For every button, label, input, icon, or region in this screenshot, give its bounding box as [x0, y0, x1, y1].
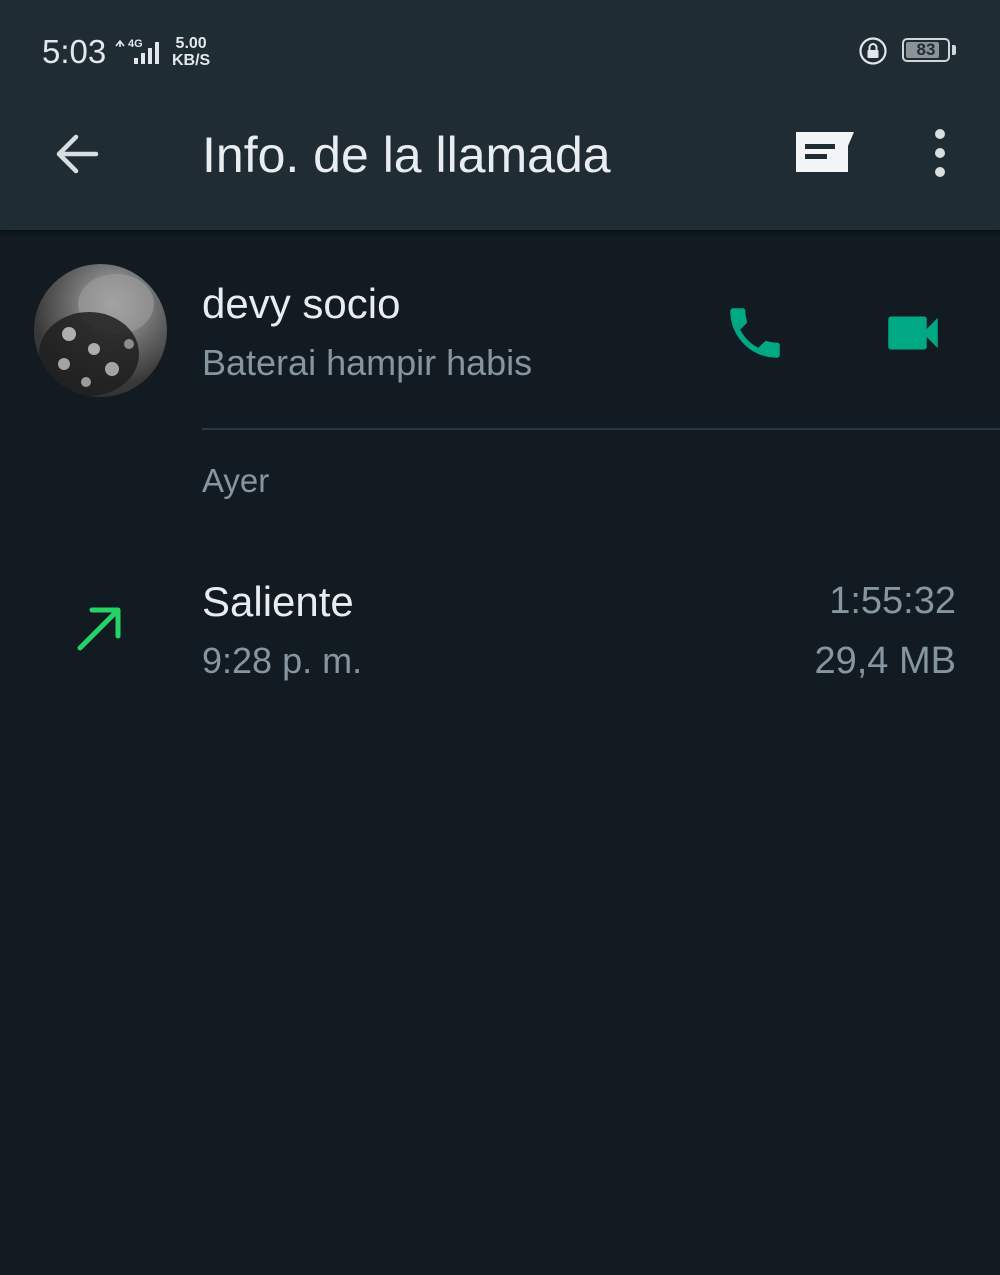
outgoing-arrow-icon [70, 600, 130, 660]
divider [202, 428, 1000, 430]
speed-unit: KB/S [172, 52, 211, 69]
call-date-header: Ayer [202, 462, 270, 499]
rotation-lock-icon [858, 36, 888, 66]
call-info-screen: 5:03 4G 5.00 KB/S 83 Info. de la llamada… [0, 0, 1000, 1275]
call-direction: Saliente [202, 578, 354, 625]
more-vert-icon [935, 129, 945, 177]
status-time: 5:03 [42, 33, 107, 70]
page-title: Info. de la llamada [202, 127, 611, 183]
video-camera-icon [888, 316, 938, 350]
voice-call-button[interactable] [722, 300, 788, 366]
contact-status: Baterai hampir habis [202, 342, 533, 383]
speed-value: 5.00 [175, 35, 207, 52]
network-type: 4G [128, 38, 143, 50]
message-icon [796, 132, 854, 172]
avatar[interactable] [34, 264, 167, 397]
battery-percent: 83 [916, 40, 936, 59]
call-data-size: 29,4 MB [814, 640, 956, 682]
video-call-button[interactable] [880, 300, 946, 366]
battery-tip [952, 45, 956, 55]
phone-icon [730, 308, 780, 358]
network-speed: 5.00 KB/S [172, 35, 210, 69]
avatar-photo [39, 274, 154, 396]
new-message-button[interactable] [790, 126, 858, 182]
app-bar: Info. de la llamada [0, 100, 1000, 230]
back-arrow-icon [56, 134, 99, 174]
call-duration: 1:55:32 [829, 580, 956, 622]
contact-name[interactable]: devy socio [202, 280, 400, 328]
more-options-button[interactable] [918, 126, 962, 182]
signal-icon: 4G [114, 36, 164, 66]
back-button[interactable] [50, 126, 106, 182]
battery-indicator: 83 [902, 38, 950, 62]
status-bar: 5:03 4G 5.00 KB/S 83 [0, 0, 1000, 100]
call-time: 9:28 p. m. [202, 640, 363, 681]
